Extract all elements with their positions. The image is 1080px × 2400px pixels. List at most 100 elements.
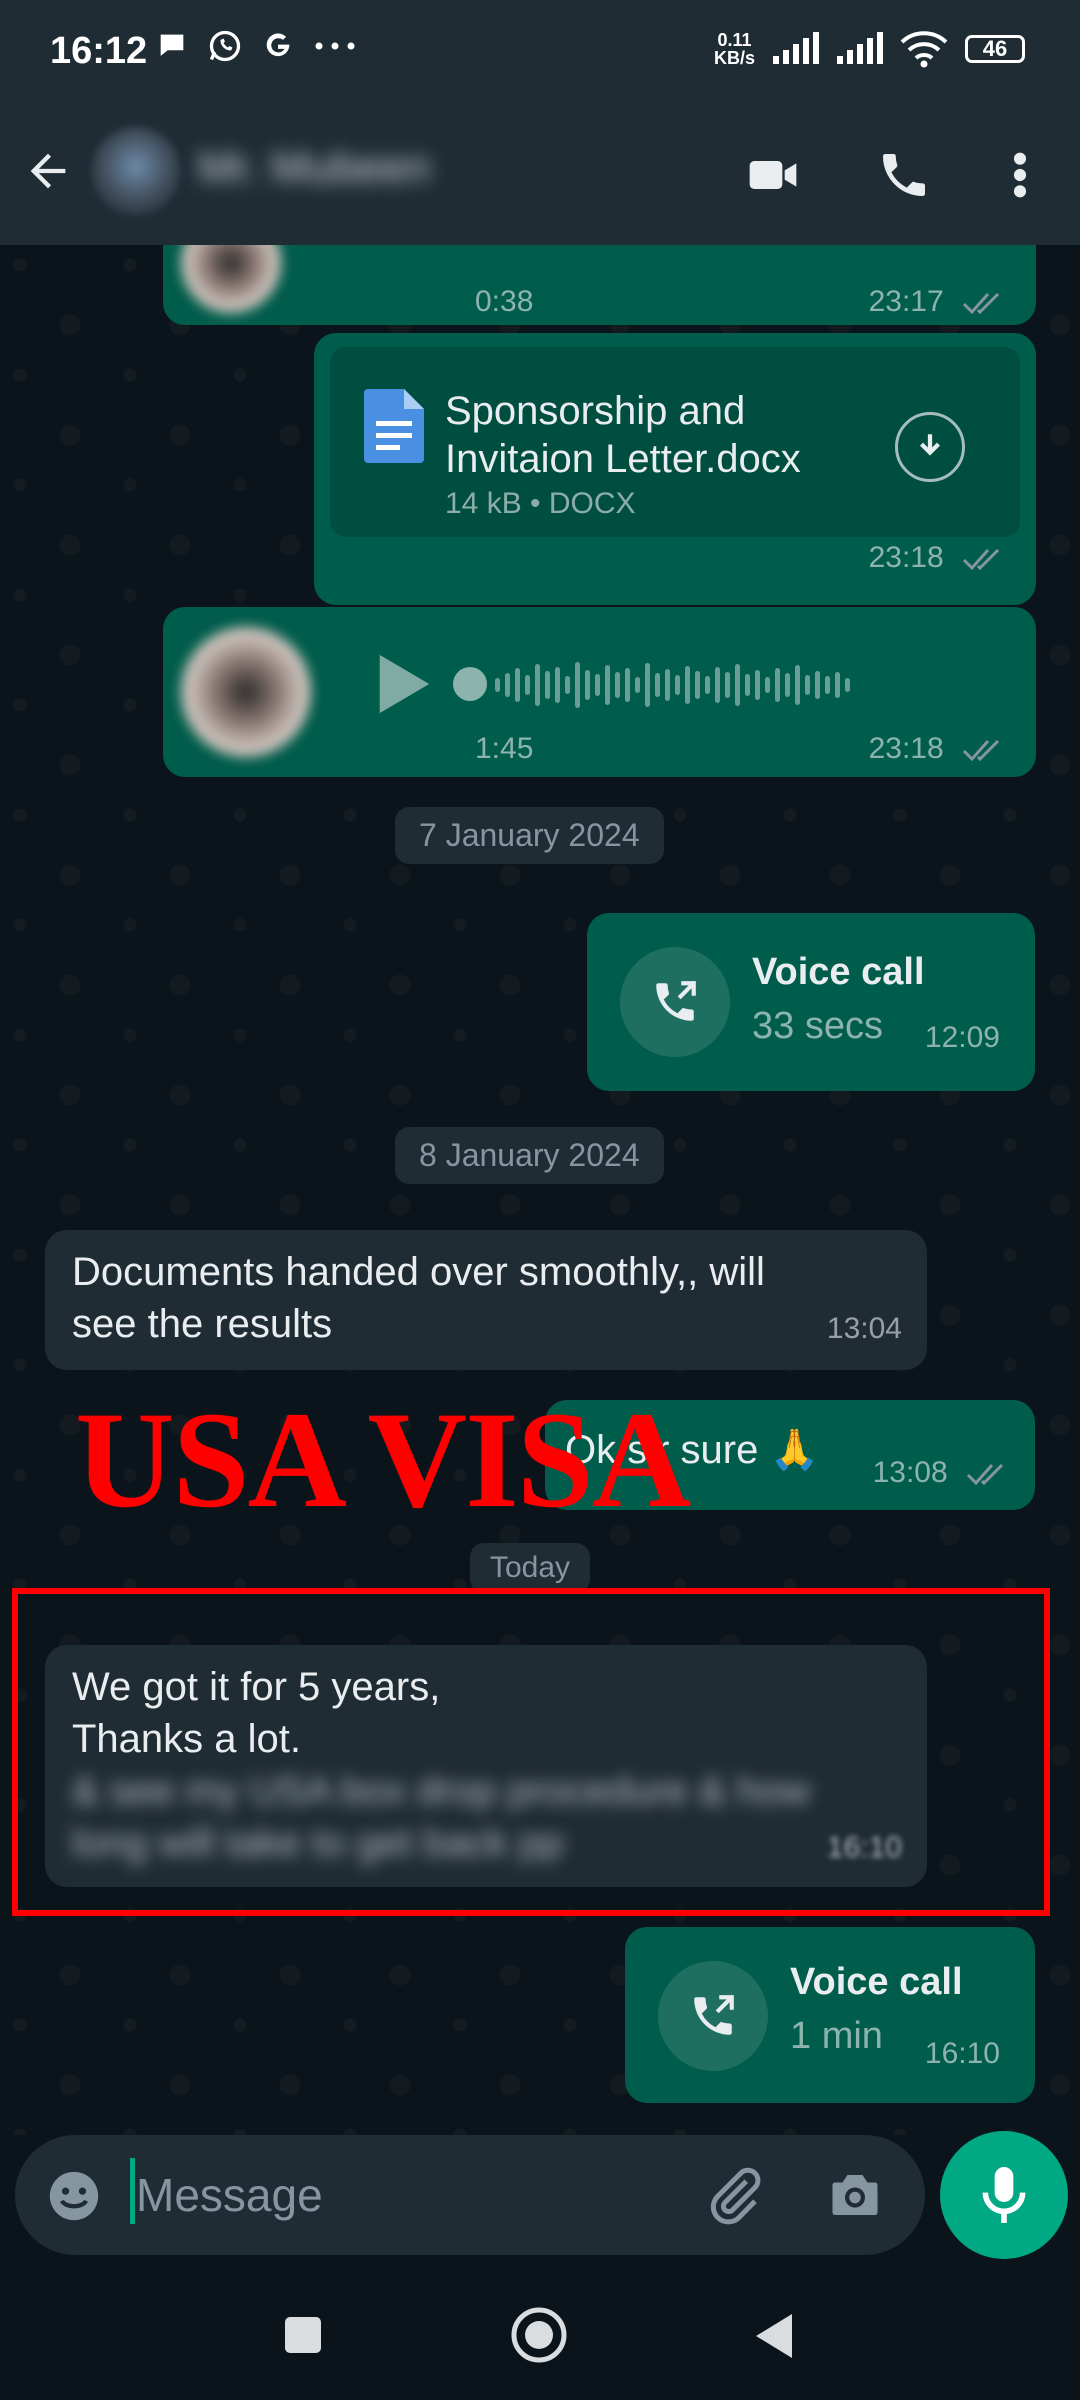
system-indicators: 0.11 KB/s 46: [714, 30, 1025, 68]
video-call-icon[interactable]: [742, 147, 804, 203]
waveform-bar: [775, 668, 780, 702]
document-name-line1: Sponsorship and: [445, 389, 746, 433]
waveform-bar: [505, 673, 510, 697]
play-icon[interactable]: [373, 652, 433, 716]
document-name-line2: Invitaion Letter.docx: [445, 437, 801, 481]
message-line: see the results: [72, 1302, 333, 1346]
waveform-bar: [605, 665, 610, 705]
outgoing-call-icon: [656, 981, 696, 1021]
voice-message[interactable]: 0:38 23:17: [163, 245, 1036, 325]
call-icon-circle: [658, 1961, 768, 2071]
waveform-bar: [715, 667, 720, 703]
more-dots-icon: [315, 42, 355, 50]
download-button[interactable]: [895, 412, 965, 482]
waveform-bar: [805, 675, 810, 695]
voice-call-message[interactable]: Voice call 1 min 16:10: [625, 1927, 1035, 2103]
waveform-bar: [495, 678, 500, 692]
waveform-bar: [575, 662, 580, 708]
wifi-icon: [900, 31, 948, 68]
message-time: 23:17: [868, 285, 944, 318]
waveform-bar: [815, 671, 820, 699]
usa-visa-overlay-title: USA VISA: [75, 1383, 691, 1536]
signal-icon: [773, 32, 819, 64]
playback-scrubber[interactable]: [453, 667, 487, 701]
call-title: Voice call: [790, 1961, 963, 2003]
waveform-bar: [595, 674, 600, 696]
message-time: 12:09: [924, 1021, 1000, 1054]
phone-icon[interactable]: [876, 147, 932, 203]
voice-call-message[interactable]: Voice call 33 secs 12:09: [587, 913, 1035, 1091]
emoji-icon[interactable]: [45, 2167, 103, 2225]
message-time: 16:10: [924, 2037, 1000, 2070]
voice-record-button[interactable]: [940, 2131, 1068, 2259]
message-line: Documents handed over smoothly,, will: [72, 1250, 765, 1294]
date-divider: 8 January 2024: [395, 1127, 664, 1184]
back-arrow-icon[interactable]: [22, 145, 74, 197]
waveform-bar: [795, 665, 800, 705]
double-check-icon: [962, 549, 1000, 571]
call-icon-circle: [620, 947, 730, 1057]
recents-square-icon[interactable]: [283, 2315, 323, 2355]
waveform-bar: [645, 663, 650, 707]
camera-icon[interactable]: [825, 2165, 885, 2225]
more-vertical-icon[interactable]: [1000, 147, 1040, 203]
battery-icon: 46: [965, 35, 1025, 63]
message-meta: 23:18: [869, 541, 1006, 575]
waveform-bar: [745, 674, 750, 696]
waveform-bar: [835, 672, 840, 698]
date-divider: Today: [470, 1543, 591, 1593]
whatsapp-icon: [209, 30, 241, 62]
document-card[interactable]: Sponsorship and Invitaion Letter.docx 14…: [330, 347, 1020, 537]
document-message[interactable]: Sponsorship and Invitaion Letter.docx 14…: [314, 333, 1036, 605]
message-time: 23:18: [868, 732, 944, 765]
voice-sender-avatar: [181, 627, 311, 757]
message-time: 13:04: [826, 1312, 902, 1345]
chat-header: Mr. Mubeen: [0, 105, 1080, 245]
date-divider: 7 January 2024: [395, 807, 664, 864]
contact-name[interactable]: Mr. Mubeen: [198, 143, 430, 193]
waveform-bar: [565, 676, 570, 694]
avatar[interactable]: [92, 127, 180, 215]
double-check-icon: [962, 293, 1000, 315]
voice-duration: 0:38: [475, 285, 534, 318]
waveform-bar: [665, 669, 670, 701]
home-circle-icon[interactable]: [510, 2306, 568, 2364]
incoming-message[interactable]: Documents handed over smoothly,, will se…: [45, 1230, 927, 1370]
waveform-bar: [615, 672, 620, 698]
message-input[interactable]: [130, 2165, 696, 2225]
document-file-icon: [364, 389, 424, 463]
voice-message[interactable]: 1:45 23:18: [163, 607, 1036, 777]
message-text: Documents handed over smoothly,, will se…: [72, 1246, 765, 1350]
audio-waveform[interactable]: [495, 655, 850, 715]
waveform-bar: [845, 678, 850, 692]
message-meta: 13:08: [873, 1456, 1010, 1490]
chat-bubble-icon: [160, 34, 184, 56]
google-icon: [266, 33, 290, 57]
notification-icons: [155, 28, 357, 64]
waveform-bar: [695, 671, 700, 699]
back-triangle-icon[interactable]: [752, 2312, 796, 2360]
status-time: 16:12: [50, 30, 148, 72]
waveform-bar: [585, 670, 590, 700]
waveform-bar: [655, 673, 660, 697]
waveform-bar: [705, 676, 710, 694]
call-duration: 33 secs: [752, 1005, 883, 1047]
double-check-icon: [966, 1464, 1004, 1486]
waveform-bar: [825, 676, 830, 694]
document-name: Sponsorship and Invitaion Letter.docx: [445, 387, 801, 483]
download-icon: [919, 434, 941, 456]
waveform-bar: [755, 670, 760, 700]
waveform-bar: [555, 667, 560, 703]
network-speed-unit: KB/s: [713, 48, 755, 68]
status-bar: 16:12 0.11 KB/s 46: [0, 0, 1080, 105]
waveform-bar: [515, 668, 520, 702]
message-time: 23:18: [868, 541, 944, 574]
waveform-bar: [785, 673, 790, 697]
attach-icon[interactable]: [705, 2165, 765, 2225]
waveform-bar: [765, 677, 770, 693]
message-time: 13:08: [872, 1456, 948, 1489]
system-navigation-bar: [0, 2270, 1080, 2400]
waveform-bar: [535, 664, 540, 706]
waveform-bar: [685, 666, 690, 704]
waveform-bar: [725, 672, 730, 698]
